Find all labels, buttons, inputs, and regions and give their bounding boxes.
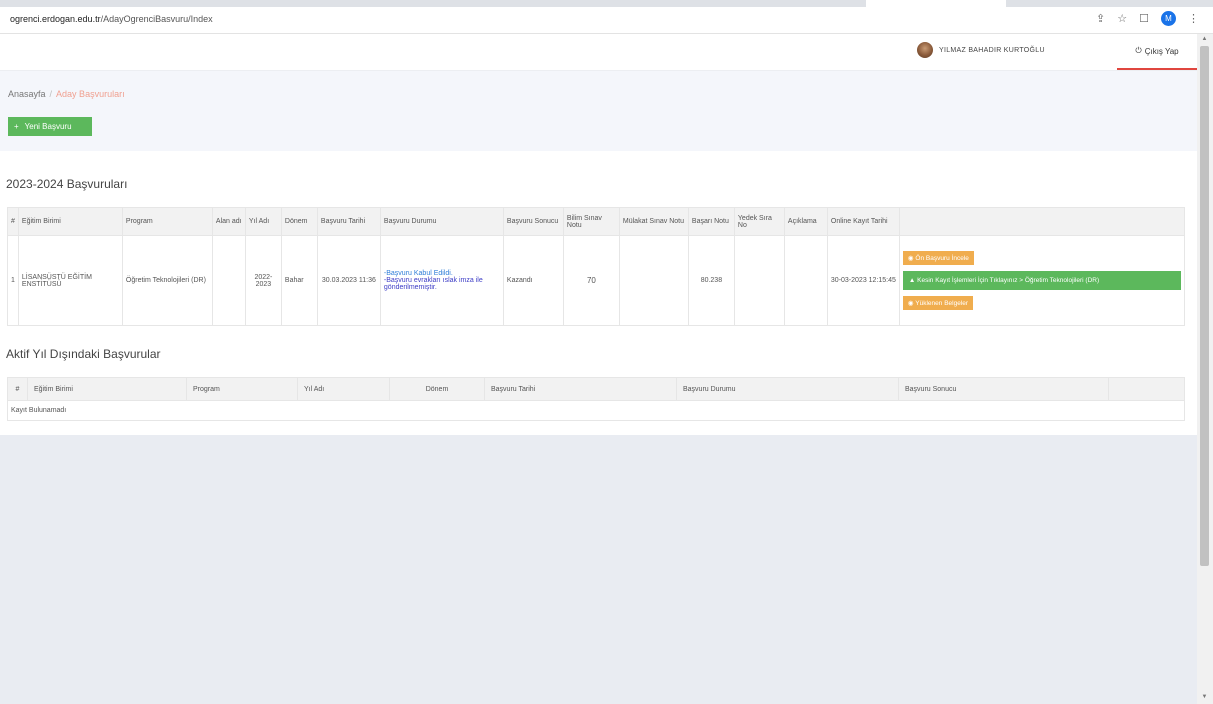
plus-icon: +	[14, 122, 19, 131]
status-documents: -Başvuru evrakları ıslak imza ile gönder…	[383, 277, 483, 291]
upload-icon: ▲	[908, 277, 918, 284]
column-header: Program	[186, 377, 298, 401]
user-name: YILMAZ BAHADIR KURTOĞLU	[939, 46, 1045, 54]
uploaded-documents-button[interactable]: ◉ Yüklenen Belgeler	[902, 296, 974, 310]
final-registration-button[interactable]: ▲ Kesin Kayıt İşlemleri İçin Tıklayınız …	[902, 271, 1181, 290]
user-menu[interactable]: YILMAZ BAHADIR KURTOĞLU	[917, 42, 1045, 58]
cell-actions: ◉ Ön Başvuru İncele ▲ Kesin Kayıt İşleml…	[898, 235, 1186, 326]
cell-date: 30.03.2023 11:36	[316, 235, 381, 326]
table-header-row: # Eğitim Birimi Program Yıl Adı Dönem Ba…	[7, 377, 1185, 401]
page-toolbar: Anasayfa / Aday Başvuruları + Yeni Başvuru	[0, 71, 1197, 151]
active-browser-tab[interactable]	[866, 0, 1006, 7]
cell-reserve-no	[733, 235, 785, 326]
table-row: 1 LİSANSÜSTÜ EĞİTİM ENSTİTÜSÜ Öğretim Te…	[7, 235, 1186, 326]
window-icon[interactable]: ☐	[1139, 12, 1149, 25]
column-header: Alan adı	[211, 207, 246, 236]
column-header: Mülakat Sınav Notu	[618, 207, 689, 236]
browser-tab-strip	[0, 0, 1213, 7]
cell-field	[211, 235, 246, 326]
row-number: 1	[7, 235, 19, 326]
cell-year: 2022-2023	[244, 235, 282, 326]
cell-status: -Başvuru Kabul Edildi. -Başvuru evraklar…	[379, 235, 504, 326]
power-icon: ⏻	[1135, 46, 1142, 55]
column-header: Yıl Adı	[244, 207, 282, 236]
column-header	[898, 207, 1186, 236]
column-header	[1108, 377, 1185, 401]
star-icon[interactable]: ☆	[1117, 12, 1127, 25]
column-header: Yedek Sıra No	[733, 207, 785, 236]
column-header: Program	[121, 207, 213, 236]
other-applications-table: # Eğitim Birimi Program Yıl Adı Dönem Ba…	[7, 377, 1185, 421]
scroll-down-arrow-icon[interactable]: ▼	[1200, 694, 1209, 700]
cell-interview-score	[618, 235, 689, 326]
empty-message: Kayıt Bulunamadı	[7, 400, 1185, 421]
logout-label: Çıkış Yap	[1144, 46, 1179, 56]
status-accepted: -Başvuru Kabul Edildi.	[383, 270, 453, 277]
app-header: YILMAZ BAHADIR KURTOĞLU ⏻ Çıkış Yap	[0, 34, 1197, 71]
table-row: Kayıt Bulunamadı	[7, 400, 1185, 421]
table-header-row: # Eğitim Birimi Program Alan adı Yıl Adı…	[7, 207, 1186, 236]
page-scrollbar[interactable]: ▲ ▼	[1197, 34, 1213, 704]
logout-button[interactable]: ⏻ Çıkış Yap	[1117, 34, 1197, 70]
preview-application-button[interactable]: ◉ Ön Başvuru İncele	[902, 251, 974, 265]
column-header: Açıklama	[783, 207, 828, 236]
new-application-button[interactable]: + Yeni Başvuru	[8, 117, 92, 136]
share-icon[interactable]: ⇪	[1096, 12, 1105, 25]
url-text[interactable]: ogrenci.erdogan.edu.tr/AdayOgrenciBasvur…	[10, 14, 213, 24]
cell-result: Kazandı	[502, 235, 564, 326]
current-applications-title: 2023-2024 Başvuruları	[6, 177, 128, 191]
column-header: #	[7, 377, 28, 401]
column-header: Online Kayıt Tarihi	[826, 207, 900, 236]
profile-icon[interactable]: M	[1161, 11, 1176, 26]
scroll-up-arrow-icon[interactable]: ▲	[1200, 36, 1209, 42]
main-content: 2023-2024 Başvuruları # Eğitim Birimi Pr…	[0, 151, 1197, 435]
column-header: Başarı Notu	[687, 207, 735, 236]
cell-term: Bahar	[280, 235, 318, 326]
column-header: Başvuru Durumu	[676, 377, 899, 401]
column-header: Başvuru Sonucu	[502, 207, 564, 236]
cell-program: Öğretim Teknolojileri (DR)	[121, 235, 213, 326]
kebab-menu-icon[interactable]: ⋮	[1188, 12, 1199, 25]
column-header: Başvuru Durumu	[379, 207, 504, 236]
breadcrumb-current: Aday Başvuruları	[56, 89, 125, 99]
cell-note	[783, 235, 828, 326]
cell-exam-score: 70	[562, 235, 620, 326]
user-avatar	[917, 42, 933, 58]
cell-unit: LİSANSÜSTÜ EĞİTİM ENSTİTÜSÜ	[17, 235, 123, 326]
column-header: Başvuru Tarihi	[484, 377, 677, 401]
column-header: Eğitim Birimi	[17, 207, 123, 236]
scroll-thumb[interactable]	[1200, 46, 1209, 566]
column-header: Başvuru Tarihi	[316, 207, 381, 236]
browser-toolbar-icons: ⇪ ☆ ☐ M ⋮	[1096, 11, 1199, 26]
cell-success-score: 80.238	[687, 235, 735, 326]
breadcrumb: Anasayfa / Aday Başvuruları	[8, 89, 125, 99]
column-header: #	[7, 207, 19, 236]
column-header: Yıl Adı	[297, 377, 390, 401]
other-applications-title: Aktif Yıl Dışındaki Başvurular	[6, 347, 161, 361]
cell-online-date: 30-03-2023 12:15:45	[826, 235, 900, 326]
breadcrumb-home[interactable]: Anasayfa	[8, 89, 46, 99]
column-header: Bilim Sınav Notu	[562, 207, 620, 236]
column-header: Eğitim Birimi	[27, 377, 187, 401]
column-header: Başvuru Sonucu	[898, 377, 1109, 401]
current-applications-table: # Eğitim Birimi Program Alan adı Yıl Adı…	[7, 207, 1186, 326]
address-bar[interactable]: ogrenci.erdogan.edu.tr/AdayOgrenciBasvur…	[0, 7, 1213, 34]
column-header: Dönem	[280, 207, 318, 236]
column-header: Dönem	[389, 377, 485, 401]
